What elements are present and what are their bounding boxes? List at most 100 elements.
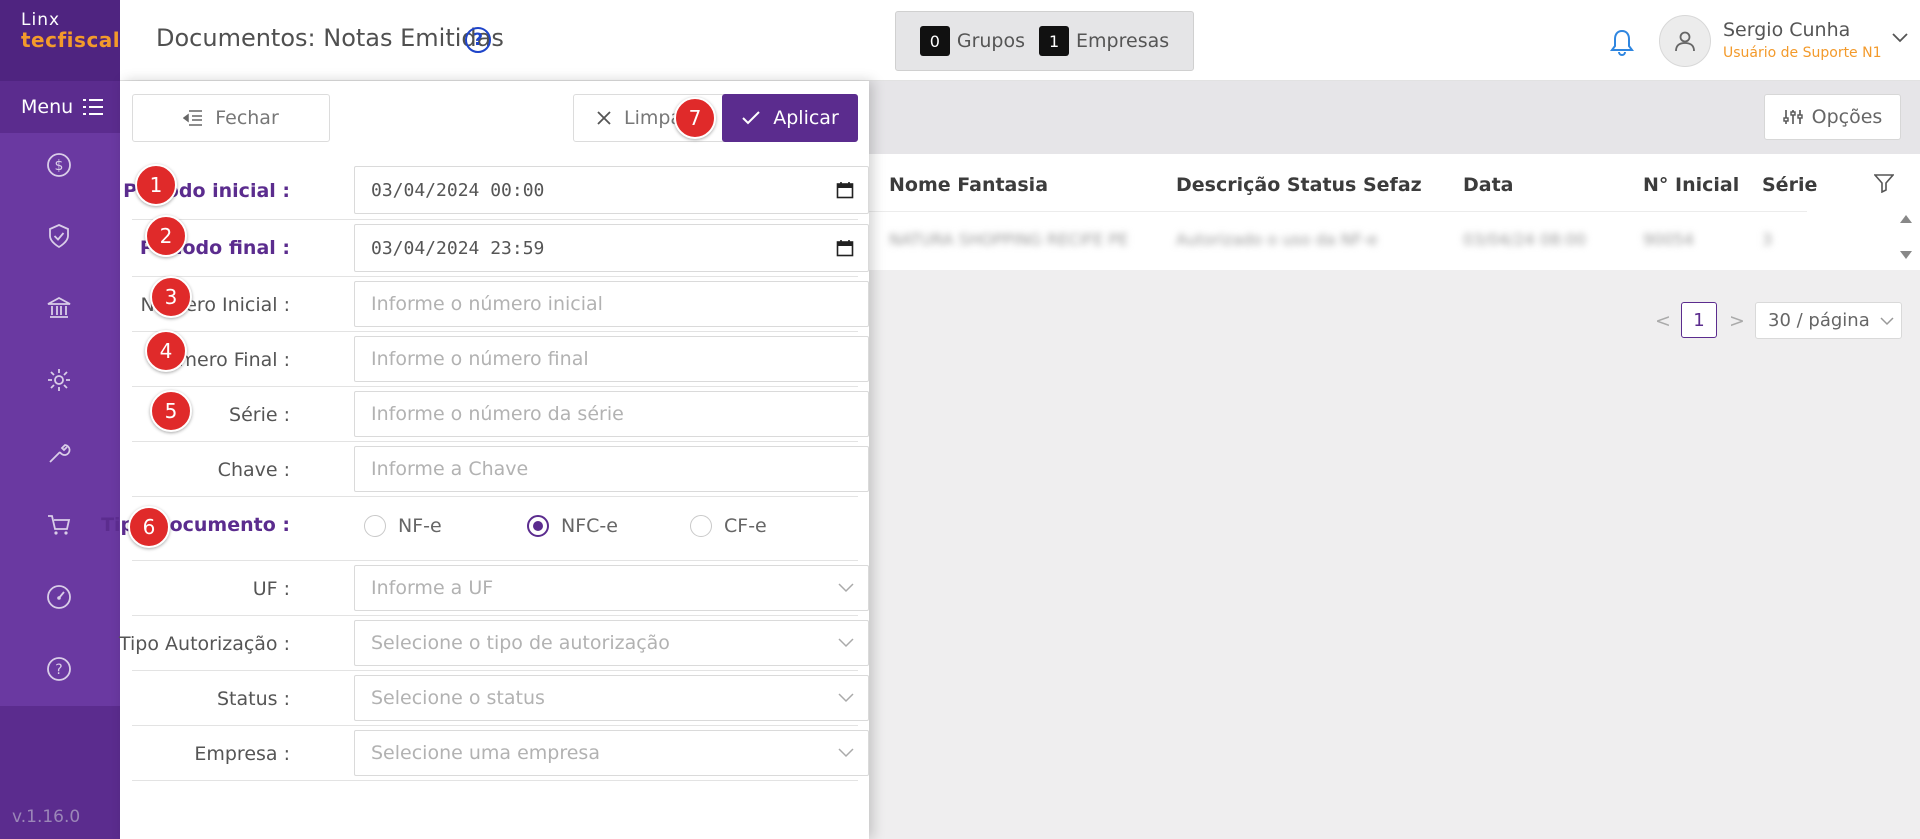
cell-data: 03/04/24 08:00 bbox=[1463, 230, 1587, 249]
chave-input[interactable]: Informe a Chave bbox=[354, 446, 869, 492]
calendar-icon[interactable] bbox=[836, 181, 854, 199]
column-header-numero-inicial[interactable]: N° Inicial bbox=[1643, 174, 1739, 196]
gear-icon[interactable] bbox=[46, 367, 72, 393]
page-title: Documentos: Notas Emitidas bbox=[156, 24, 504, 52]
app-logo: Linx tecfiscal bbox=[0, 0, 120, 81]
bell-icon[interactable] bbox=[1610, 28, 1634, 56]
content-toolbar bbox=[869, 81, 1920, 154]
companies-label: Empresas bbox=[1076, 30, 1170, 52]
close-filter-button[interactable]: Fechar bbox=[132, 94, 330, 142]
column-header-nome-fantasia[interactable]: Nome Fantasia bbox=[889, 174, 1048, 196]
svg-text:?: ? bbox=[55, 662, 62, 678]
chave-label: Chave : bbox=[217, 459, 290, 481]
chevron-down-icon bbox=[838, 748, 854, 758]
chevron-down-icon bbox=[838, 583, 854, 593]
tipo-documento-radio-group: NF-e NFC-e CF-e bbox=[354, 497, 869, 553]
chevron-down-icon bbox=[838, 693, 854, 703]
pagination-prev-button[interactable]: < bbox=[1655, 310, 1671, 332]
scroll-down-arrow-icon[interactable] bbox=[1900, 251, 1912, 259]
bank-icon[interactable] bbox=[46, 295, 72, 321]
svg-text:$: $ bbox=[55, 158, 64, 174]
empresa-select[interactable]: Selecione uma empresa bbox=[354, 730, 869, 776]
radio-cfe-label: CF-e bbox=[724, 515, 767, 537]
radio-cfe[interactable]: CF-e bbox=[690, 515, 767, 537]
options-label: Opções bbox=[1811, 106, 1883, 128]
collapse-menu-icon bbox=[183, 110, 203, 126]
sliders-icon bbox=[1782, 110, 1803, 124]
annotation-badge-7: 7 bbox=[674, 97, 716, 139]
menu-icon bbox=[83, 99, 104, 115]
column-header-data[interactable]: Data bbox=[1463, 174, 1514, 196]
periodo-final-value: 03/04/2024 23:59 bbox=[371, 237, 545, 259]
app-version: v.1.16.0 bbox=[12, 807, 81, 827]
shield-check-icon[interactable] bbox=[46, 223, 72, 249]
user-role: Usuário de Suporte N1 bbox=[1723, 45, 1882, 61]
radio-nfce-label: NFC-e bbox=[561, 515, 618, 537]
annotation-badge-3: 3 bbox=[150, 276, 192, 318]
serie-label: Série : bbox=[229, 404, 290, 426]
wrench-icon[interactable] bbox=[46, 440, 72, 466]
filter-row-tipo-autorizacao: Tipo Autorização : Selecione o tipo de a… bbox=[119, 616, 869, 671]
uf-select[interactable]: Informe a UF bbox=[354, 565, 869, 611]
close-label: Fechar bbox=[215, 107, 279, 129]
periodo-final-input[interactable]: 03/04/2024 23:59 bbox=[354, 224, 869, 272]
radio-nfe-circle bbox=[364, 515, 386, 537]
pagination-next-button[interactable]: > bbox=[1729, 310, 1745, 332]
apply-label: Aplicar bbox=[773, 107, 839, 129]
filter-panel: Fechar Limpar Aplicar Período inicial : … bbox=[101, 81, 869, 839]
help-icon[interactable]: ? bbox=[46, 656, 72, 682]
dollar-icon[interactable]: $ bbox=[46, 152, 72, 178]
options-button[interactable]: Opções bbox=[1764, 94, 1901, 140]
serie-input[interactable]: Informe o número da série bbox=[354, 391, 869, 437]
avatar[interactable] bbox=[1659, 15, 1711, 67]
uf-label: UF : bbox=[252, 578, 290, 600]
menu-label: Menu bbox=[21, 96, 74, 118]
radio-nfe[interactable]: NF-e bbox=[364, 515, 442, 537]
logo-text-bottom: tecfiscal bbox=[21, 28, 121, 52]
cell-numero-inicial: 90054 bbox=[1643, 230, 1694, 249]
filter-row-status: Status : Selecione o status bbox=[132, 671, 869, 726]
help-circle-icon[interactable]: ? bbox=[465, 27, 491, 53]
numero-inicial-input[interactable]: Informe o número inicial bbox=[354, 281, 869, 327]
radio-nfce[interactable]: NFC-e bbox=[527, 515, 618, 537]
empresa-label: Empresa : bbox=[194, 743, 290, 765]
menu-toggle-button[interactable]: Menu bbox=[0, 81, 120, 133]
page-size-select[interactable]: 30 / página bbox=[1755, 302, 1902, 339]
radio-cfe-circle bbox=[690, 515, 712, 537]
radio-nfe-label: NF-e bbox=[398, 515, 442, 537]
apply-button[interactable]: Aplicar bbox=[722, 94, 858, 142]
numero-final-input[interactable]: Informe o número final bbox=[354, 336, 869, 382]
tipo-autorizacao-select[interactable]: Selecione o tipo de autorização bbox=[354, 620, 869, 666]
check-icon bbox=[742, 111, 760, 125]
annotation-badge-6: 6 bbox=[128, 506, 170, 548]
column-header-serie[interactable]: Série bbox=[1762, 174, 1817, 196]
radio-nfce-circle bbox=[527, 515, 549, 537]
top-header: Documentos: Notas Emitidas ? 0 Grupos 1 … bbox=[120, 0, 1920, 81]
cart-icon[interactable] bbox=[46, 512, 72, 538]
filter-row-chave: Chave : Informe a Chave bbox=[132, 442, 869, 497]
scroll-up-arrow-icon[interactable] bbox=[1900, 215, 1912, 223]
periodo-inicial-input[interactable]: 03/04/2024 00:00 bbox=[354, 166, 869, 214]
calendar-icon[interactable] bbox=[836, 239, 854, 257]
tipo-autorizacao-label: Tipo Autorização : bbox=[119, 633, 290, 655]
cell-serie: 3 bbox=[1762, 230, 1773, 249]
chevron-down-icon[interactable] bbox=[1892, 32, 1908, 44]
annotation-badge-4: 4 bbox=[145, 330, 187, 372]
annotation-badge-1: 1 bbox=[135, 164, 177, 206]
cell-descricao-status: Autorizado o uso da NF-e bbox=[1176, 230, 1378, 249]
dashboard-gauge-icon[interactable] bbox=[46, 584, 72, 610]
column-header-descricao-status[interactable]: Descrição Status Sefaz bbox=[1176, 174, 1422, 196]
filter-row-numero-inicial: Número Inicial : Informe o número inicia… bbox=[132, 277, 869, 332]
selection-counters[interactable]: 0 Grupos 1 Empresas bbox=[895, 11, 1194, 71]
status-placeholder: Selecione o status bbox=[371, 687, 545, 709]
groups-label: Grupos bbox=[956, 30, 1026, 52]
filter-icon[interactable] bbox=[1874, 173, 1894, 193]
filter-row-empresa: Empresa : Selecione uma empresa bbox=[132, 726, 869, 781]
table-header-divider bbox=[869, 211, 1807, 212]
logo-text-top: Linx bbox=[21, 10, 61, 30]
status-select[interactable]: Selecione o status bbox=[354, 675, 869, 721]
filter-row-periodo-final: Período final : 03/04/2024 23:59 bbox=[132, 220, 869, 277]
pagination-current-page[interactable]: 1 bbox=[1681, 302, 1717, 338]
chevron-down-icon bbox=[1880, 316, 1894, 325]
cell-nome-fantasia: NATURA SHOPPING RECIFE PE bbox=[889, 230, 1129, 249]
